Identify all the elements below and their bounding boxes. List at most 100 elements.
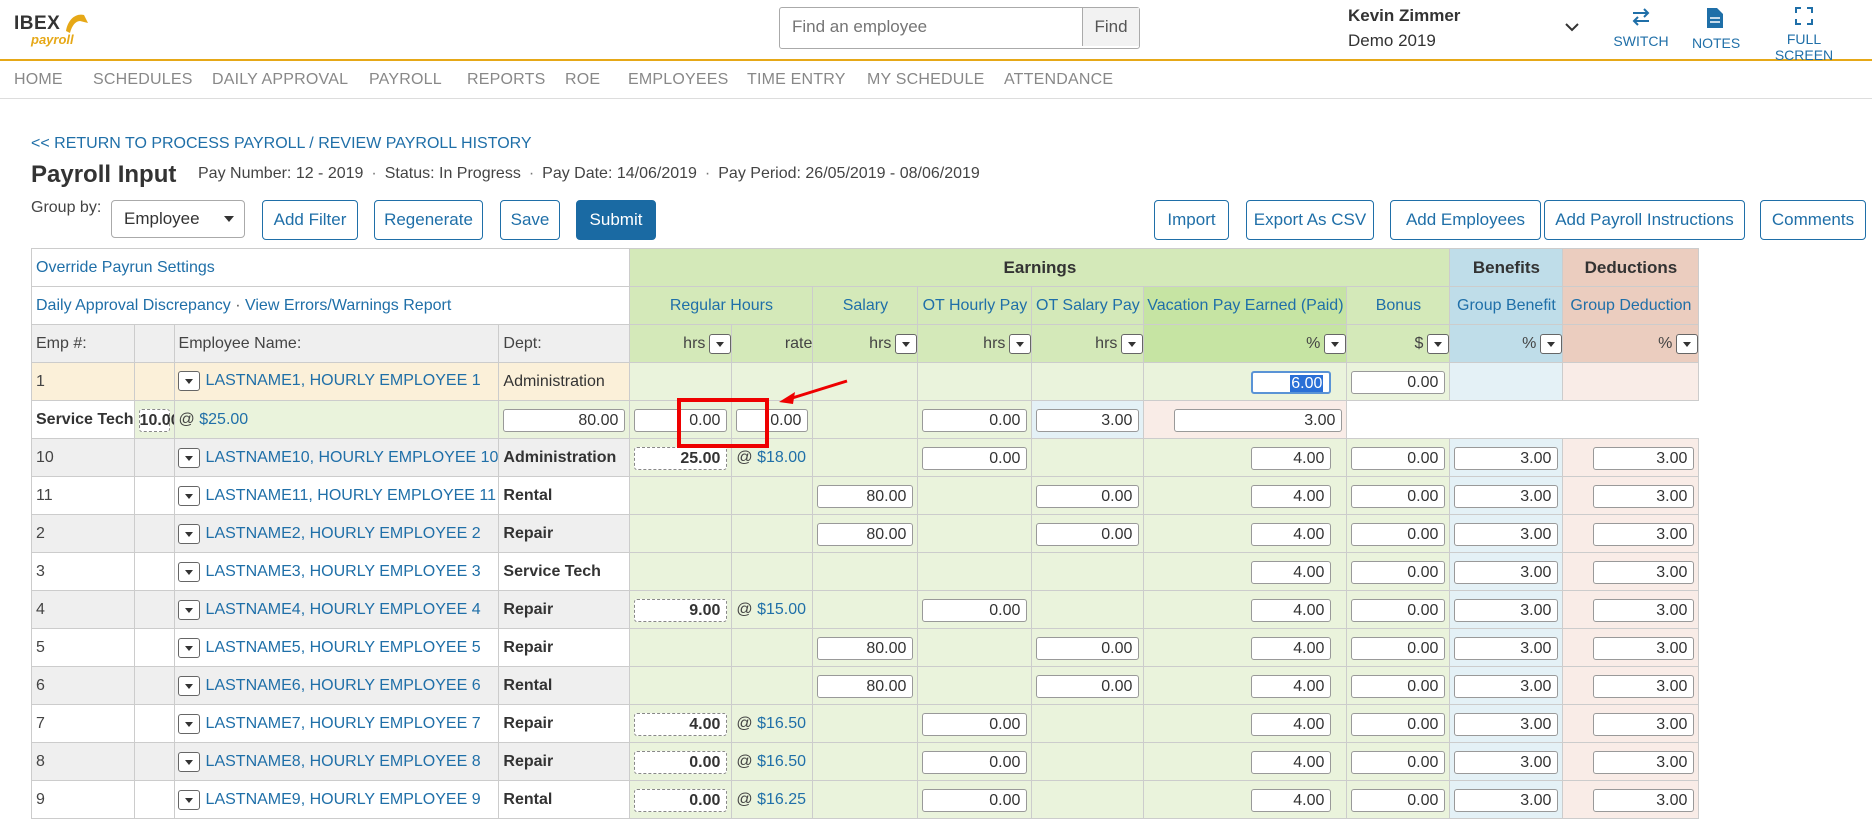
reg-input[interactable]: 4.00 <box>634 713 728 736</box>
row-menu-dropdown-icon[interactable] <box>177 523 200 544</box>
employee-name-link[interactable]: LASTNAME8, HOURLY EMPLOYEE 8 <box>206 753 481 770</box>
group-by-select[interactable]: Employee <box>111 200 245 238</box>
employee-name-link[interactable]: LASTNAME7, HOURLY EMPLOYEE 7 <box>206 715 481 732</box>
ben-input[interactable]: 3.00 <box>1454 447 1559 470</box>
employee-name-link[interactable]: LASTNAME10, HOURLY EMPLOYEE 10 <box>206 449 498 466</box>
bonus-input[interactable]: 0.00 <box>1351 523 1446 546</box>
vacation-input[interactable]: 4.00 <box>1251 713 1332 736</box>
rate-link[interactable]: @ $18.00 <box>733 449 806 466</box>
bonus-input[interactable]: 0.00 <box>1351 561 1446 584</box>
ot_s-input[interactable]: 0.00 <box>1036 637 1140 660</box>
row-menu-dropdown-icon[interactable] <box>177 485 200 506</box>
bonus-input[interactable]: 0.00 <box>1351 789 1446 812</box>
ben-input[interactable]: 3.00 <box>1454 751 1559 774</box>
reg-input[interactable]: 0.00 <box>634 751 728 774</box>
ben-input[interactable]: 3.00 <box>1454 561 1559 584</box>
reg-input[interactable]: 10.00 <box>138 409 173 432</box>
add-employees-button[interactable]: Add Employees <box>1390 200 1541 240</box>
salary-input[interactable]: 80.00 <box>817 485 914 508</box>
salary-input[interactable]: 80.00 <box>503 409 626 432</box>
vacation-input[interactable]: 4.00 <box>1251 447 1332 470</box>
row-menu-dropdown-icon[interactable] <box>177 561 200 582</box>
import-button[interactable]: Import <box>1154 200 1229 240</box>
ot_h-input[interactable]: 0.00 <box>922 751 1028 774</box>
group-deduction-header[interactable]: Group Deduction <box>1562 286 1700 325</box>
vacation-input[interactable]: 4.00 <box>1251 675 1332 698</box>
rate-link[interactable]: @ $16.50 <box>733 753 806 770</box>
comments-button[interactable]: Comments <box>1760 200 1866 240</box>
nav-attendance[interactable]: ATTENDANCE <box>1004 71 1113 89</box>
reg-input[interactable]: 0.00 <box>634 789 728 812</box>
export-csv-button[interactable]: Export As CSV <box>1246 200 1374 240</box>
row-menu-dropdown-icon[interactable] <box>177 675 200 696</box>
rate-link[interactable]: @ $16.25 <box>733 791 806 808</box>
ot_h-input[interactable]: 0.00 <box>922 789 1028 812</box>
deduction-input[interactable]: 3.00 <box>1174 409 1343 432</box>
ot_s-input[interactable]: 0.00 <box>1036 675 1140 698</box>
nav-reports[interactable]: REPORTS <box>467 71 545 89</box>
salary-input[interactable]: 80.00 <box>817 523 914 546</box>
rate-link[interactable]: @ $16.50 <box>733 715 806 732</box>
ben-input[interactable]: 3.00 <box>1036 409 1140 432</box>
vacation-input[interactable]: 4.00 <box>1251 637 1332 660</box>
nav-payroll[interactable]: PAYROLL <box>369 71 442 89</box>
row-menu-dropdown-icon[interactable] <box>177 599 200 620</box>
return-link[interactable]: << RETURN TO PROCESS PAYROLL / REVIEW PA… <box>31 135 532 153</box>
employee-name-link[interactable]: LASTNAME5, HOURLY EMPLOYEE 5 <box>206 639 481 656</box>
user-info[interactable]: Kevin Zimmer Demo 2019 <box>1348 6 1460 51</box>
add-payroll-instructions-button[interactable]: Add Payroll Instructions <box>1544 200 1745 240</box>
deduction-input[interactable]: 3.00 <box>1593 751 1695 774</box>
employee-name-link[interactable]: LASTNAME4, HOURLY EMPLOYEE 4 <box>206 601 481 618</box>
ben-input[interactable]: 3.00 <box>1454 713 1559 736</box>
search-input[interactable] <box>780 8 1080 46</box>
row-menu-dropdown-icon[interactable] <box>177 713 200 734</box>
nav-employees[interactable]: EMPLOYEES <box>628 71 729 89</box>
vacation-input-selected[interactable]: 6.00 <box>1251 371 1332 394</box>
reg-input[interactable]: 25.00 <box>634 447 728 470</box>
find-button[interactable]: Find <box>1082 8 1139 46</box>
rate-link[interactable]: @ $25.00 <box>175 411 249 428</box>
bonus-input[interactable]: 0.00 <box>1351 485 1446 508</box>
vacation-input[interactable]: 4.00 <box>1251 599 1332 622</box>
override-payrun-settings-link[interactable]: Override Payrun Settings <box>33 259 215 276</box>
nav-daily-approval[interactable]: DAILY APPROVAL <box>212 71 348 89</box>
regular-hours-header[interactable]: Regular Hours <box>629 286 814 325</box>
bonus-input[interactable]: 0.00 <box>1351 713 1446 736</box>
employee-name-link[interactable]: LASTNAME1, HOURLY EMPLOYEE 1 <box>206 372 481 389</box>
salary-input[interactable]: 80.00 <box>817 675 914 698</box>
add-filter-button[interactable]: Add Filter <box>262 200 358 240</box>
nav-roe[interactable]: ROE <box>565 71 600 89</box>
vacation-input[interactable]: 4.00 <box>1251 789 1332 812</box>
bonus-input[interactable]: 0.00 <box>1351 637 1446 660</box>
deduction-input[interactable]: 3.00 <box>1593 713 1695 736</box>
unit-dropdown-icon[interactable] <box>1427 333 1449 354</box>
ibex-payroll-logo[interactable]: IBEX payroll <box>14 9 88 49</box>
salary-input[interactable]: 80.00 <box>817 637 914 660</box>
ben-input[interactable]: 3.00 <box>1454 789 1559 812</box>
unit-dropdown-icon[interactable] <box>895 333 917 354</box>
submit-button[interactable]: Submit <box>576 200 656 240</box>
unit-dropdown-icon[interactable] <box>1676 333 1698 354</box>
reg-input[interactable]: 9.00 <box>634 599 728 622</box>
bonus-input[interactable]: 0.00 <box>1351 751 1446 774</box>
chevron-down-icon[interactable] <box>1562 17 1582 37</box>
deduction-input[interactable]: 3.00 <box>1593 637 1695 660</box>
fullscreen-button[interactable]: FULL SCREEN <box>1762 7 1846 63</box>
bonus-input[interactable]: 0.00 <box>1351 447 1446 470</box>
row-menu-dropdown-icon[interactable] <box>177 751 200 772</box>
ot-salary-header[interactable]: OT Salary Pay <box>1031 286 1145 325</box>
notes-button[interactable]: NOTES <box>1692 7 1740 51</box>
ot-hourly-header[interactable]: OT Hourly Pay <box>917 286 1033 325</box>
unit-dropdown-icon[interactable] <box>1540 333 1562 354</box>
row-menu-dropdown-icon[interactable] <box>177 447 200 468</box>
row-menu-dropdown-icon[interactable] <box>177 637 200 658</box>
bonus-input[interactable]: 0.00 <box>922 409 1028 432</box>
employee-name-link[interactable]: LASTNAME2, HOURLY EMPLOYEE 2 <box>206 525 481 542</box>
employee-name-link[interactable]: LASTNAME11, HOURLY EMPLOYEE 11 <box>206 487 496 504</box>
deduction-input[interactable]: 3.00 <box>1593 789 1695 812</box>
vacation-header[interactable]: Vacation Pay Earned (Paid) <box>1143 286 1348 325</box>
deduction-input[interactable]: 3.00 <box>1593 599 1695 622</box>
employee-name-link[interactable]: LASTNAME6, HOURLY EMPLOYEE 6 <box>206 677 481 694</box>
salary-header[interactable]: Salary <box>812 286 919 325</box>
nav-my-schedule[interactable]: MY SCHEDULE <box>867 71 985 89</box>
